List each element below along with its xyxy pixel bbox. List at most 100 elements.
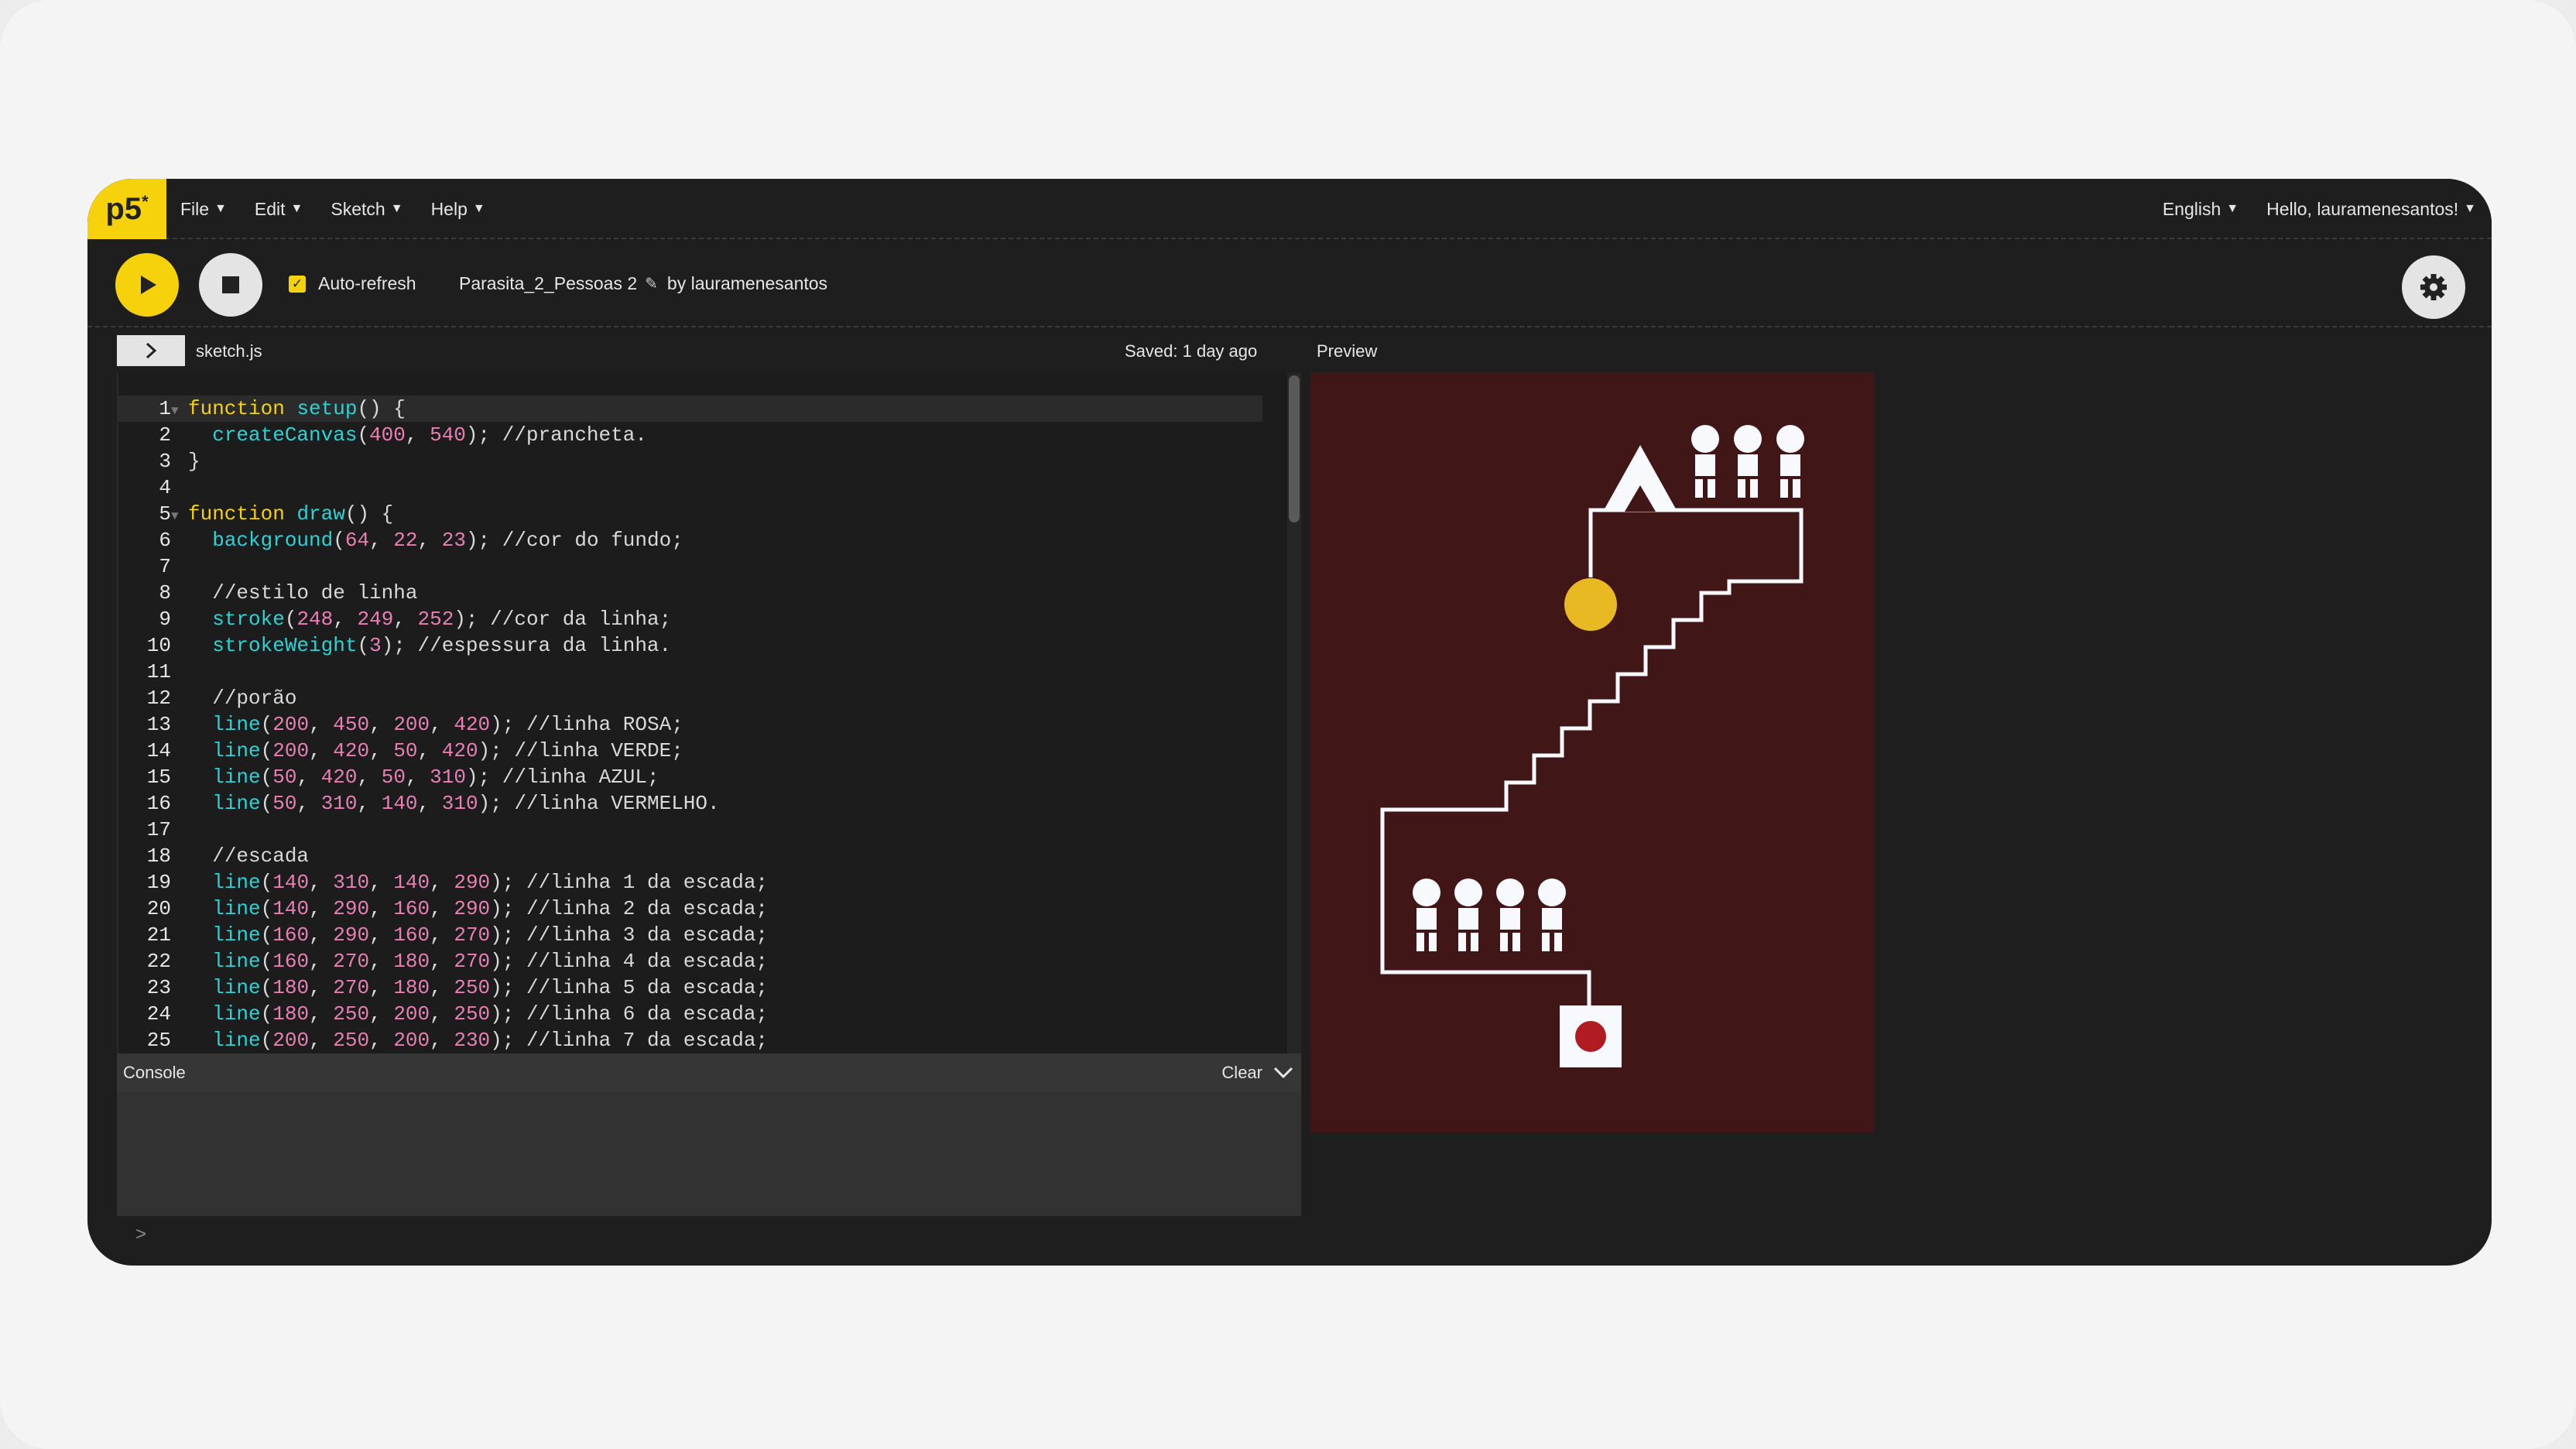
code-line[interactable]: 1▼ function setup() { [118,396,1262,422]
line-number: 6 [159,529,171,552]
language-selector[interactable]: English ▼ [2163,199,2239,220]
code-line[interactable]: 18 //escada [118,843,1262,869]
line-number: 9 [159,608,171,631]
code-line[interactable]: 4 [118,474,1262,501]
main-menu: File ▼ Edit ▼ Sketch ▼ Help ▼ [180,179,513,239]
p5-logo[interactable]: p5 * [87,179,166,239]
console-title: Console [123,1063,186,1082]
preview-label: Preview [1317,341,1378,361]
code-text: stroke(248, 249, 252); //cor da linha; [212,608,672,631]
code-line[interactable]: 23 line(180, 270, 180, 250); //linha 5 d… [118,975,1262,1001]
person-leg [1708,479,1715,498]
code-text: line(180, 270, 180, 250); //linha 5 da e… [212,976,769,999]
editor-scrollbar[interactable] [1287,372,1301,1053]
menu-edit[interactable]: Edit ▼ [255,199,303,220]
code-text: createCanvas(400, 540); //prancheta. [212,423,647,447]
code-editor[interactable]: 1▼ function setup() {2 createCanvas(400, … [117,372,1301,1053]
line-number: 5 [159,502,171,526]
sketch-author[interactable]: by lauramenesantos [667,273,827,294]
code-line[interactable]: 5▼ function draw() { [118,501,1262,527]
sketch-name[interactable]: Parasita_2_Pessoas 2 [459,273,637,294]
editor-scrollbar-thumb[interactable] [1289,375,1300,522]
stop-button[interactable] [199,253,262,317]
person-body [1780,454,1800,476]
menu-file[interactable]: File ▼ [180,199,227,220]
line-number: 15 [146,766,171,789]
code-text: } [188,450,200,473]
line-number: 23 [146,976,171,999]
person-body [1500,908,1520,930]
code-text: background(64, 22, 23); //cor do fundo; [212,529,683,552]
code-text: //porão [212,687,297,710]
person-head [1691,425,1719,453]
code-line[interactable]: 16 line(50, 310, 140, 310); //linha VERM… [118,790,1262,817]
caret-down-icon: ▼ [390,202,403,215]
code-line[interactable]: 14 line(200, 420, 50, 420); //linha VERD… [118,738,1262,764]
person-head [1413,879,1440,906]
code-line[interactable]: 20 line(140, 290, 160, 290); //linha 2 d… [118,896,1262,922]
code-line[interactable]: 22 line(160, 270, 180, 270); //linha 4 d… [118,948,1262,975]
line-number: 12 [146,687,171,710]
top-nav: p5 * File ▼ Edit ▼ Sketch ▼ Help ▼ English ▼ H… [87,179,2492,239]
play-button[interactable] [115,253,179,317]
console-clear-button[interactable]: Clear [1221,1063,1262,1083]
stop-icon [222,276,239,293]
code-line[interactable]: 21 line(160, 290, 160, 270); //linha 3 d… [118,922,1262,948]
menu-sketch[interactable]: Sketch ▼ [331,199,402,220]
person-leg [1695,479,1703,498]
person-leg [1458,933,1466,951]
settings-button[interactable] [2402,255,2465,319]
fold-arrow-icon[interactable]: ▼ [171,398,183,424]
code-line[interactable]: 3} [118,448,1262,474]
preview-canvas[interactable] [1310,372,1874,1132]
line-number: 20 [146,897,171,920]
person-leg [1416,933,1424,951]
person-body [1458,908,1478,930]
code-line[interactable]: 9 stroke(248, 249, 252); //cor da linha; [118,606,1262,632]
person-leg [1554,933,1562,951]
code-line[interactable]: 8 //estilo de linha [118,580,1262,606]
menu-help[interactable]: Help ▼ [431,199,485,220]
console-output [117,1092,1301,1216]
chevron-down-icon[interactable] [1272,1064,1295,1081]
sidebar-toggle-button[interactable] [117,335,185,366]
code-line[interactable]: 11 [118,659,1262,685]
person-leg [1512,933,1520,951]
caret-down-icon: ▼ [290,202,303,215]
code-line[interactable]: 17 [118,817,1262,843]
code-text: function draw() { [188,502,394,526]
code-line[interactable]: 12 //porão [118,685,1262,711]
line-number: 22 [146,950,171,973]
file-tab[interactable]: sketch.js [196,341,262,361]
caret-down-icon: ▼ [214,202,227,215]
code-line[interactable]: 24 line(180, 250, 200, 250); //linha 6 d… [118,1001,1262,1027]
person-leg [1793,479,1800,498]
code-line[interactable]: 10 strokeWeight(3); //espessura da linha… [118,632,1262,659]
auto-refresh-toggle[interactable]: ✓ Auto-refresh [289,273,416,294]
line-number: 14 [146,739,171,762]
line-number: 24 [146,1002,171,1026]
code-text: line(160, 290, 160, 270); //linha 3 da e… [212,923,769,947]
line-number: 19 [146,871,171,894]
code-line[interactable]: 19 line(140, 310, 140, 290); //linha 1 d… [118,869,1262,896]
code-line[interactable]: 6 background(64, 22, 23); //cor do fundo… [118,527,1262,553]
yellow-circle [1564,578,1617,631]
code-line[interactable]: 13 line(200, 450, 200, 420); //linha ROS… [118,711,1262,738]
code-line[interactable]: 2 createCanvas(400, 540); //prancheta. [118,422,1262,448]
toolbar: ✓ Auto-refresh Parasita_2_Pessoas 2 ✎ by… [87,241,2492,327]
line-number: 10 [146,634,171,657]
user-menu[interactable]: Hello, lauramenesantos! ▼ [2266,199,2476,220]
fold-arrow-icon[interactable]: ▼ [171,503,183,529]
code-text: line(50, 310, 140, 310); //linha VERMELH… [212,792,720,815]
person-body [1738,454,1758,476]
code-line[interactable]: 7 [118,553,1262,580]
code-line[interactable]: 25 line(200, 250, 200, 230); //linha 7 d… [118,1027,1262,1053]
auto-refresh-checkbox[interactable]: ✓ [289,275,306,293]
pencil-icon[interactable]: ✎ [645,274,658,293]
chevron-right-icon [146,342,157,359]
line-number: 7 [159,555,171,578]
console-prompt[interactable]: > [135,1224,146,1245]
line-number: 16 [146,792,171,815]
code-line[interactable]: 15 line(50, 420, 50, 310); //linha AZUL; [118,764,1262,790]
gear-icon [2420,274,2447,300]
